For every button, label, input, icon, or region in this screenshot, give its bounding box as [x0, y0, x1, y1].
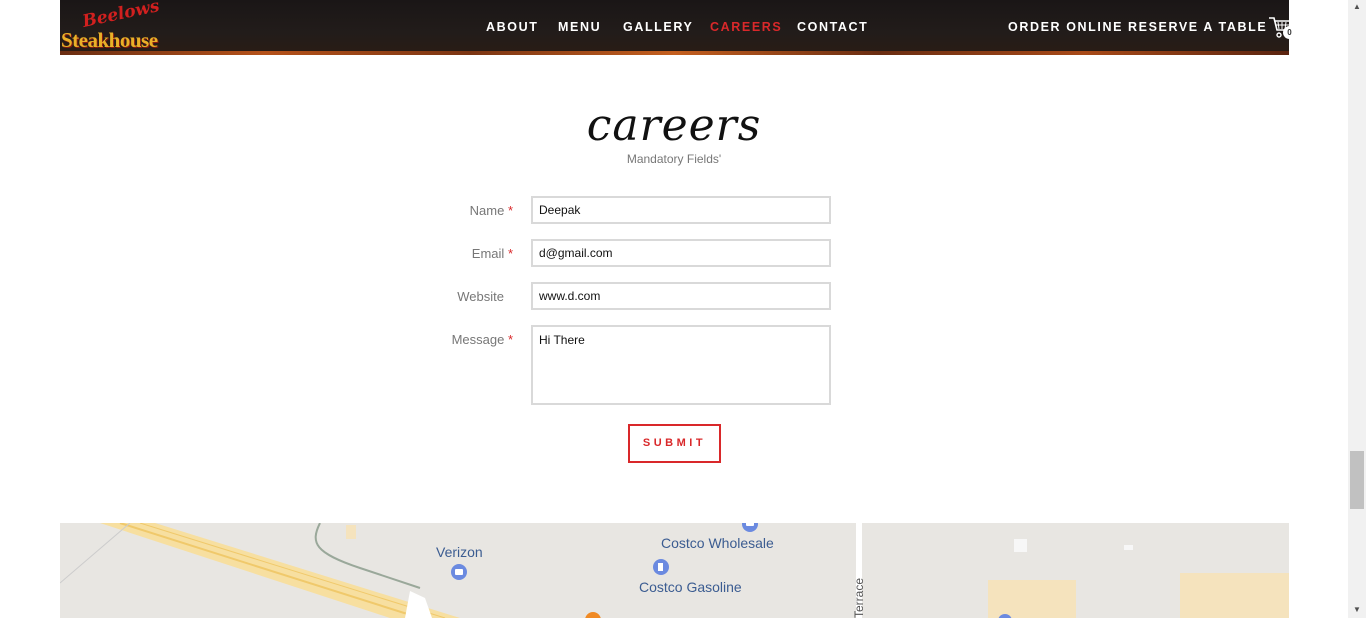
map-pin-icon[interactable] [450, 563, 468, 581]
logo-name-text: Steakhouse [61, 28, 158, 52]
name-label-text: Name [469, 203, 505, 218]
email-label-text: Email [471, 246, 505, 261]
email-field[interactable] [531, 239, 831, 267]
map-place-costco-gasoline[interactable]: Costco Gasoline [639, 579, 742, 595]
site-logo[interactable]: Beelows Steakhouse [60, 0, 170, 52]
name-field[interactable] [531, 196, 831, 224]
message-label-text: Message [451, 332, 505, 347]
scrollbar-thumb[interactable] [1350, 451, 1364, 509]
website-label: Website [384, 289, 504, 304]
scroll-up-arrow-icon[interactable]: ▲ [1350, 0, 1364, 14]
mandatory-fields-note: Mandatory Fields' [626, 152, 722, 166]
website-field[interactable] [531, 282, 831, 310]
gas-station-icon[interactable] [652, 558, 670, 576]
site-header: Beelows Steakhouse ABOUT MENU GALLERY CA… [60, 0, 1296, 55]
nav-contact[interactable]: CONTACT [797, 20, 868, 34]
nav-careers[interactable]: CAREERS [710, 20, 782, 34]
nav-order-online[interactable]: ORDER ONLINE [1008, 20, 1123, 34]
website-label-text: Website [457, 289, 504, 304]
required-mark: * [507, 203, 513, 218]
page: Beelows Steakhouse ABOUT MENU GALLERY CA… [0, 0, 1366, 618]
map-place-costco-wholesale[interactable]: Costco Wholesale [661, 535, 774, 551]
map-place-verizon[interactable]: Verizon [436, 544, 483, 560]
message-label: Message * [393, 332, 513, 347]
page-scrollbar[interactable] [1348, 0, 1366, 618]
scroll-down-arrow-icon[interactable]: ▼ [1350, 603, 1364, 617]
page-title: careers [586, 100, 762, 151]
message-field[interactable]: Hi There [531, 325, 831, 405]
required-mark: * [507, 246, 513, 261]
nav-gallery[interactable]: GALLERY [623, 20, 693, 34]
name-label: Name * [393, 203, 513, 218]
nav-about[interactable]: ABOUT [486, 20, 538, 34]
email-label: Email * [393, 246, 513, 261]
required-mark: * [507, 332, 513, 347]
restaurant-pin-icon[interactable] [584, 611, 602, 618]
map-street-terrace: Terrace [852, 577, 866, 618]
location-map[interactable]: Verizon Costco Wholesale Costco Gasoline… [60, 523, 1289, 618]
nav-reserve-table[interactable]: RESERVE A TABLE [1128, 20, 1267, 34]
submit-button[interactable]: SUBMIT [628, 424, 721, 463]
map-pin-icon[interactable] [997, 613, 1013, 618]
nav-menu[interactable]: MENU [558, 20, 601, 34]
cart-count-badge: 0 [1283, 26, 1296, 39]
map-pin-icon[interactable] [741, 523, 759, 533]
